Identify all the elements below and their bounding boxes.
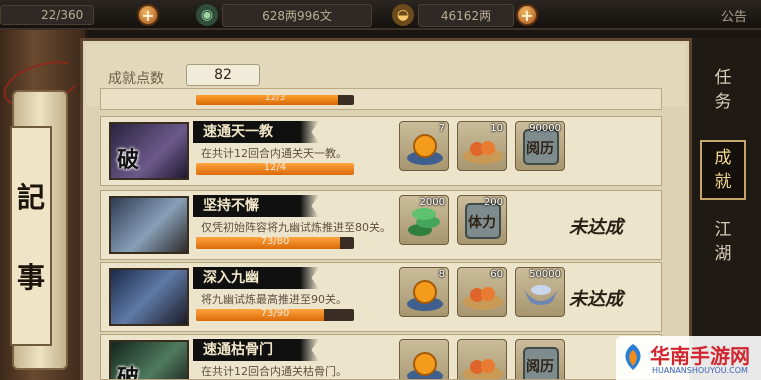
reward-orange-orb-icon[interactable]: 8 (399, 267, 449, 317)
progress-text: 73/80 (260, 237, 290, 247)
stamina-value: 22/360 (0, 5, 95, 25)
achievement-status: 未达成 (569, 289, 623, 310)
reward-count: 7 (438, 123, 445, 134)
reward-label: 体力 (468, 215, 496, 231)
copper-value: 628两996文 (222, 3, 372, 27)
achievement-portrait: 破 (109, 122, 189, 180)
reward-count: 90000 (529, 123, 561, 134)
add-stamina-button[interactable]: + (137, 4, 159, 26)
achievement-description: 在共计12回合内通关枯骨门。 (201, 365, 347, 378)
reward-count: 60 (490, 269, 503, 280)
watermark-subtext: HUANANSHOUYOU.COM (652, 366, 748, 375)
achievement-portrait (109, 196, 189, 254)
reward-orange-orb-icon[interactable]: 7 (399, 121, 449, 171)
reward-count: 50000 (529, 269, 561, 280)
top-resource-bar: 22/360 + ◉ 628两996文 ◒ 46162两 + 公告 (0, 0, 761, 30)
break-mark: 破 (117, 365, 140, 380)
progress-bar: 12/3 (196, 95, 354, 105)
reward-badge-scroll-icon[interactable]: 阅历 (515, 339, 565, 379)
vertical-title: 記 事 (10, 126, 52, 346)
achievement-status: 未达成 (569, 217, 623, 238)
reward-peach-plate-icon[interactable]: 10 (457, 121, 507, 171)
title-char-2: 事 (16, 261, 45, 294)
tab-tasks-label: 任务 (714, 68, 732, 112)
achievement-description: 仅凭初始阵容将九幽试炼推进至80关。 (201, 221, 391, 234)
tab-tasks[interactable]: 任务 (700, 66, 746, 118)
copper-counter: 628两996文 (222, 3, 372, 27)
reward-peach-plate-icon[interactable]: 60 (457, 267, 507, 317)
notice-button[interactable]: 公告 (721, 6, 747, 25)
reward-label: 阅历 (526, 141, 554, 157)
achievement-portrait (109, 268, 189, 326)
tab-achievements[interactable]: 成就 (700, 140, 746, 200)
progress-text: 73/90 (260, 309, 290, 319)
reward-silver-ingot-icon[interactable]: 50000 (515, 267, 565, 317)
silver-counter: 46162两 (418, 3, 514, 27)
progress-text: 12/4 (263, 163, 287, 173)
achievement-description: 将九幽试炼最高推进至90关。 (201, 293, 347, 306)
reward-coin-stack-icon[interactable]: 2000 (399, 195, 449, 245)
reward-count: 200 (483, 197, 503, 208)
progress-bar: 73/90 (196, 309, 354, 321)
watermark-logo-icon (625, 344, 641, 370)
reward-count: 2000 (419, 197, 445, 208)
reward-peach-plate-icon[interactable] (457, 339, 507, 379)
list-item[interactable]: 破速通枯骨门在共计12回合内通关枯骨门。12/5阅历 (100, 334, 662, 380)
reward-count: 10 (490, 123, 503, 134)
reward-badge-scroll-icon[interactable]: 阅历 90000 (515, 121, 565, 171)
achievement-title: 坚持不懈 (193, 195, 319, 217)
list-item[interactable]: 坚持不懈仅凭初始阵容将九幽试炼推进至80关。 73/80 2000 体力 200 未达成 (100, 190, 662, 260)
gold-ingot-icon: ◒ (392, 4, 414, 26)
achievement-points-value: 82 (186, 64, 260, 86)
achievement-points-label: 成就点数 (108, 71, 164, 87)
site-watermark: 华南手游网 HUANANSHOUYOU.COM (616, 336, 761, 380)
tab-jianghu-label: 江湖 (714, 220, 732, 264)
reward-badge-scroll-icon[interactable]: 体力 200 (457, 195, 507, 245)
progress-text: 12/3 (264, 95, 286, 103)
list-item-partial[interactable]: 12/3 (100, 88, 662, 110)
achievement-portrait: 破 (109, 340, 189, 380)
list-item[interactable]: 深入九幽将九幽试炼最高推进至90关。 73/90 8 60 50000 未达成 (100, 262, 662, 332)
tab-achievements-label: 成就 (714, 148, 732, 192)
title-char-1: 記 (16, 181, 45, 214)
watermark-text: 华南手游网 (650, 344, 750, 368)
achievement-title: 速通天一教 (193, 121, 319, 143)
tab-jianghu[interactable]: 江湖 (700, 218, 746, 270)
silver-value: 46162两 (418, 3, 514, 27)
achievement-description: 在共计12回合内通关天一教。 (201, 147, 347, 160)
achievement-title: 深入九幽 (193, 267, 319, 289)
stamina-counter: 22/360 (0, 4, 95, 26)
list-item[interactable]: 破 速通天一教在共计12回合内通关天一教。 12/4 7 10 阅历 90000 (100, 116, 662, 186)
achievement-title: 速通枯骨门 (193, 339, 319, 361)
progress-bar: 73/80 (196, 237, 354, 249)
coin-icon: ◉ (196, 4, 218, 26)
reward-orange-orb-icon[interactable] (399, 339, 449, 379)
add-silver-button[interactable]: + (516, 4, 538, 26)
reward-count: 8 (438, 269, 445, 280)
scroll-decoration: 記 事 (0, 30, 88, 380)
break-mark: 破 (117, 147, 140, 173)
progress-bar: 12/4 (196, 163, 354, 175)
reward-label: 阅历 (526, 359, 554, 375)
